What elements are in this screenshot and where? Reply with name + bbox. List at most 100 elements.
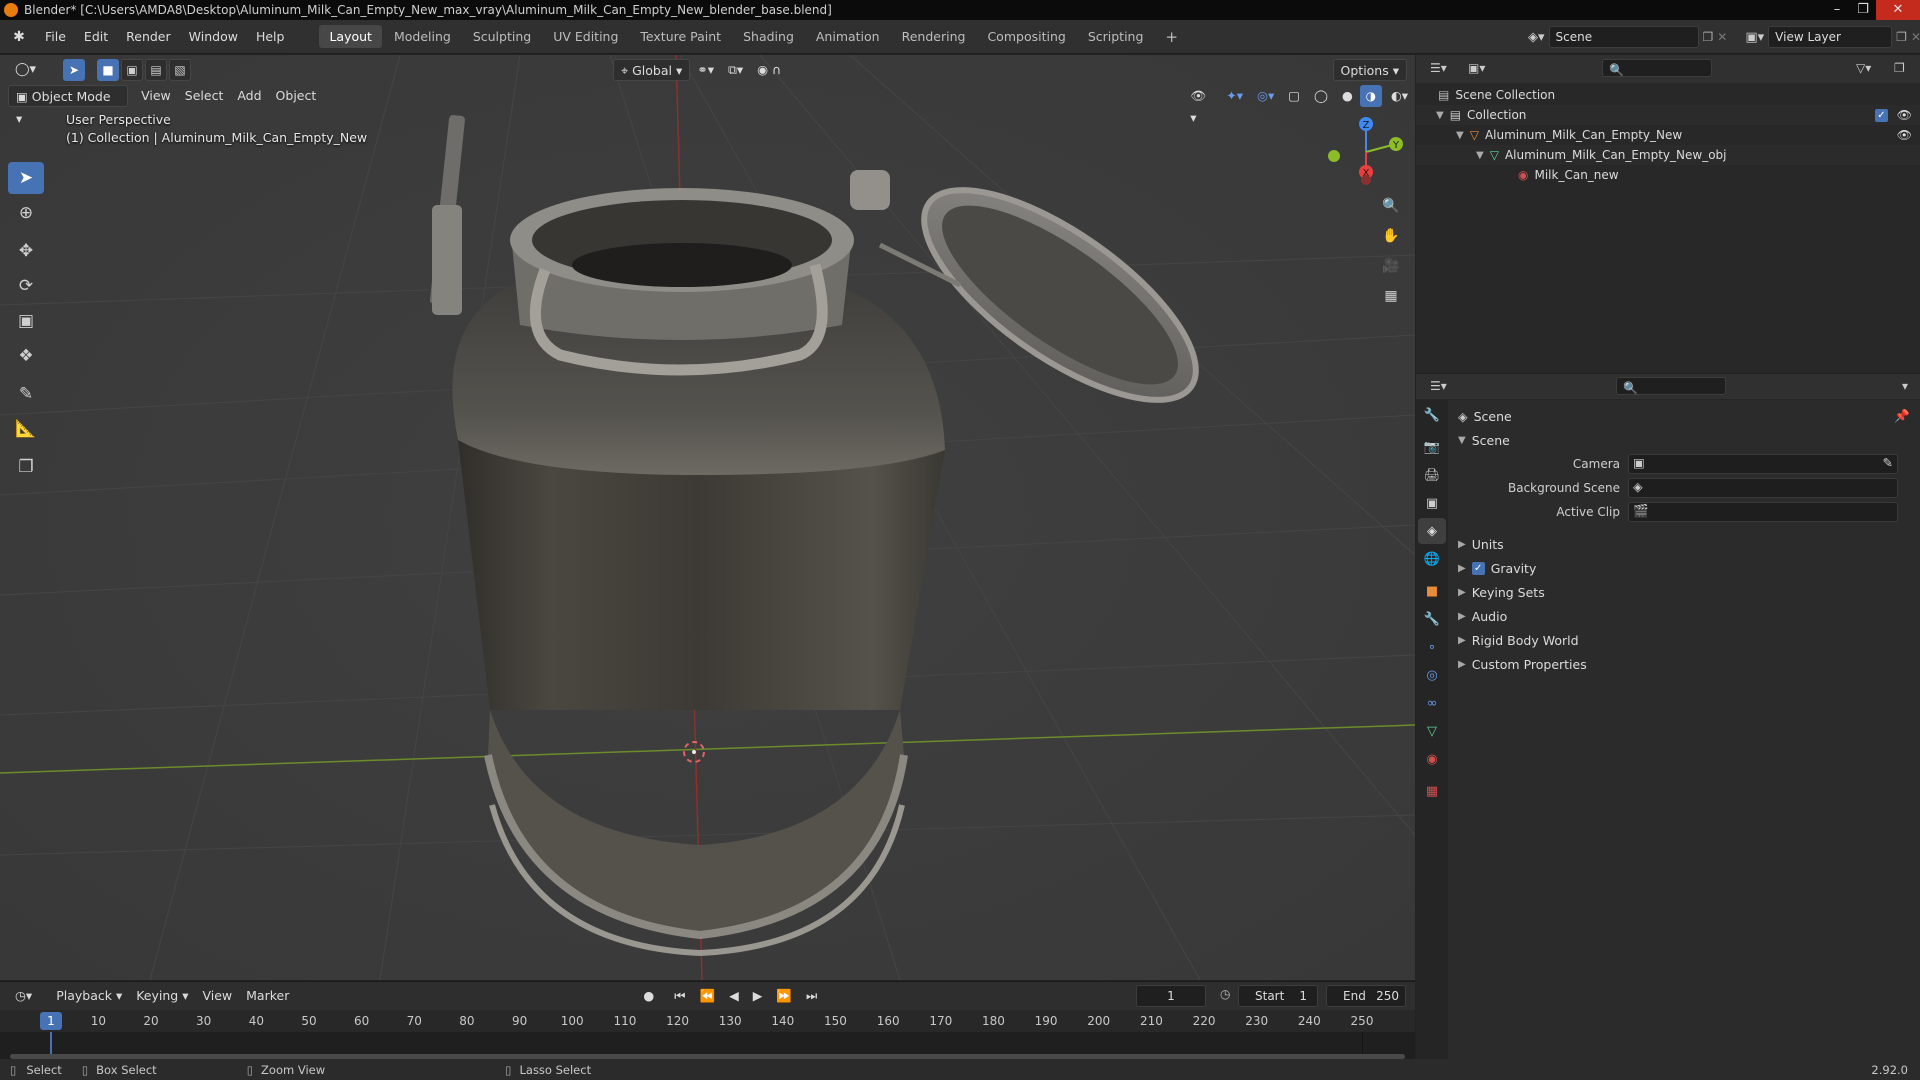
overlays-toggle-icon[interactable]: ◎▾ (1250, 85, 1281, 107)
tab-modeling[interactable]: Modeling (384, 25, 461, 48)
menu-marker[interactable]: Marker (239, 985, 296, 1007)
new-scene-icon[interactable]: ❐ (1703, 30, 1714, 44)
gravity-expand-icon[interactable]: ▶ (1458, 563, 1466, 574)
cursor-tool-icon[interactable]: ⊕ (8, 197, 44, 229)
timeline-editor-type-icon[interactable]: ◷▾ (8, 985, 39, 1007)
background-scene-field[interactable]: ◈ (1628, 478, 1898, 498)
proportional-edit-icon[interactable]: ◉ ∩ (750, 59, 788, 81)
mode-new-selection-icon[interactable]: ■ (97, 59, 120, 81)
world-tab-icon[interactable]: 🌐 (1418, 546, 1446, 572)
xray-toggle-icon[interactable]: ▢ (1281, 85, 1307, 107)
custom-properties-expand-icon[interactable]: ▶ (1458, 659, 1466, 670)
keying-sets-panel-header[interactable]: ▶ Keying Sets (1448, 580, 1920, 604)
gravity-checkbox[interactable]: ✓ (1471, 561, 1485, 575)
measure-tool-icon[interactable]: 📐 (8, 413, 44, 445)
play-icon[interactable]: ▶ (746, 985, 770, 1007)
expand-collection-icon[interactable]: ▼ (1436, 110, 1444, 121)
outliner-row-material[interactable]: ◉ Milk_Can_new (1416, 165, 1920, 185)
add-workspace-button[interactable]: + (1155, 24, 1188, 50)
expand-object-icon[interactable]: ▼ (1456, 130, 1464, 141)
current-frame-marker[interactable]: 1 (40, 1012, 62, 1030)
outliner-row-collection[interactable]: ▼ ▤ Collection ✓ 👁 (1416, 105, 1920, 125)
restore-button[interactable]: ❐ (1850, 0, 1876, 20)
scene-icon[interactable]: ◈▾ (1528, 30, 1545, 45)
preview-range-icon[interactable]: ◷ (1220, 987, 1230, 1001)
jump-key-back-icon[interactable]: ⏪ (693, 985, 723, 1007)
data-tab-icon[interactable]: ▽ (1418, 718, 1446, 744)
rotate-tool-icon[interactable]: ⟳ (8, 270, 44, 302)
solid-shading-icon[interactable]: ● (1335, 85, 1360, 107)
constraints-tab-icon[interactable]: ∞ (1418, 690, 1446, 716)
editor-type-icon[interactable]: ◯▾ (8, 59, 43, 81)
object-mode-dropdown[interactable]: ▣ Object Mode ▾ (8, 85, 129, 126)
menu-help[interactable]: Help (247, 20, 294, 54)
tab-animation[interactable]: Animation (806, 25, 890, 48)
display-mode-icon[interactable]: ▣▾ (1468, 61, 1485, 75)
view-layer-icon[interactable]: ▣▾ (1745, 30, 1764, 45)
start-frame-field[interactable]: Start 1 (1238, 985, 1318, 1007)
gizmo-neg-x-axis[interactable] (1361, 175, 1371, 185)
3d-viewport[interactable]: ◯▾ ➤ ■ ▣ ▤ ▧ ⌖ Global ▾ ⚭▾ ⧉▾ ◉ ∩ Option… (0, 55, 1415, 980)
gizmo-toggle-icon[interactable]: ✦▾ (1219, 85, 1250, 107)
view-layer-field[interactable]: View Layer (1768, 26, 1893, 48)
menu-timeline-view[interactable]: View (195, 985, 239, 1007)
transform-tool-icon[interactable]: ❖ (8, 340, 44, 372)
collection-visibility-icon[interactable]: 👁 (1897, 108, 1912, 122)
custom-properties-panel-header[interactable]: ▶ Custom Properties (1448, 652, 1920, 676)
gizmo-neg-y-axis[interactable] (1328, 150, 1340, 162)
menu-view[interactable]: View (134, 85, 178, 107)
object-tab-icon[interactable]: ■ (1418, 578, 1446, 604)
auto-keying-icon[interactable]: ● (636, 985, 661, 1007)
new-collection-icon[interactable]: ❐ (1894, 61, 1905, 75)
view-layer-tab-icon[interactable]: ▣ (1418, 490, 1446, 516)
units-panel-header[interactable]: ▶ Units (1448, 532, 1920, 556)
tool-tab-icon[interactable]: 🔧 (1418, 402, 1446, 428)
ortho-toggle-icon[interactable]: ▦ (1378, 283, 1404, 309)
scene-panel-expand-icon[interactable]: ▼ (1458, 435, 1466, 446)
physics-tab-icon[interactable]: ◎ (1418, 662, 1446, 688)
tab-scripting[interactable]: Scripting (1078, 25, 1154, 48)
timeline-ruler[interactable]: 1 10 20 30 40 50 60 70 80 90 100 110 120 130 140 150 16… (0, 1010, 1415, 1032)
audio-panel-header[interactable]: ▶ Audio (1448, 604, 1920, 628)
close-button[interactable]: ✕ (1876, 0, 1920, 20)
tab-uv-editing[interactable]: UV Editing (543, 25, 628, 48)
menu-add[interactable]: Add (230, 85, 268, 107)
play-reverse-icon[interactable]: ◀ (722, 985, 746, 1007)
material-tab-icon[interactable]: ◉ (1418, 746, 1446, 772)
menu-window[interactable]: Window (180, 20, 247, 54)
scene-name-field[interactable]: Scene (1548, 26, 1699, 48)
transform-orientation-dropdown[interactable]: ⌖ Global ▾ (613, 59, 691, 81)
blender-menu-icon[interactable]: ✱ (10, 28, 28, 46)
particles-tab-icon[interactable]: ∘ (1418, 634, 1446, 660)
collection-include-checkbox[interactable]: ✓ (1875, 108, 1888, 122)
gravity-panel-header[interactable]: ▶ ✓ Gravity (1448, 556, 1920, 580)
timeline-track[interactable] (0, 1032, 1415, 1060)
outliner-editor-type-icon[interactable]: ☰▾ (1430, 61, 1447, 75)
outliner-row-mesh[interactable]: ▼ ▽ Aluminum_Milk_Can_Empty_New_obj (1416, 145, 1920, 165)
material-preview-icon[interactable]: ◑ (1359, 85, 1382, 107)
pivot-point-icon[interactable]: ⚭▾ (690, 59, 721, 81)
camera-field[interactable]: ▣ ✎ (1628, 454, 1898, 474)
menu-edit[interactable]: Edit (75, 20, 117, 54)
move-tool-icon[interactable]: ✥ (8, 235, 44, 267)
units-expand-icon[interactable]: ▶ (1458, 539, 1466, 550)
rigid-body-world-expand-icon[interactable]: ▶ (1458, 635, 1466, 646)
options-dropdown[interactable]: Options ▾ (1332, 59, 1407, 81)
menu-playback[interactable]: Playback ▾ (49, 985, 129, 1007)
jump-start-icon[interactable]: ⏮ (667, 985, 692, 1007)
properties-search-input[interactable]: 🔍 (1616, 377, 1726, 395)
tab-shading[interactable]: Shading (733, 25, 804, 48)
menu-render[interactable]: Render (117, 20, 180, 54)
keying-sets-expand-icon[interactable]: ▶ (1458, 587, 1466, 598)
menu-file[interactable]: File (36, 20, 75, 54)
current-frame-field[interactable]: 1 (1136, 985, 1206, 1007)
end-frame-field[interactable]: End 250 (1326, 985, 1406, 1007)
scene-panel-header[interactable]: ▼ Scene (1448, 428, 1920, 452)
minimize-button[interactable]: – (1824, 0, 1850, 20)
annotate-tool-icon[interactable]: ✎ (8, 378, 44, 410)
properties-options-icon[interactable]: ▾ (1902, 379, 1908, 393)
mode-intersect-selection-icon[interactable]: ▧ (169, 59, 192, 81)
outliner-row-scene-collection[interactable]: ▤ Scene Collection (1416, 85, 1920, 105)
object-visibility-icon[interactable]: 👁 (1897, 128, 1912, 142)
eyedropper-icon[interactable]: ✎ (1883, 455, 1893, 470)
